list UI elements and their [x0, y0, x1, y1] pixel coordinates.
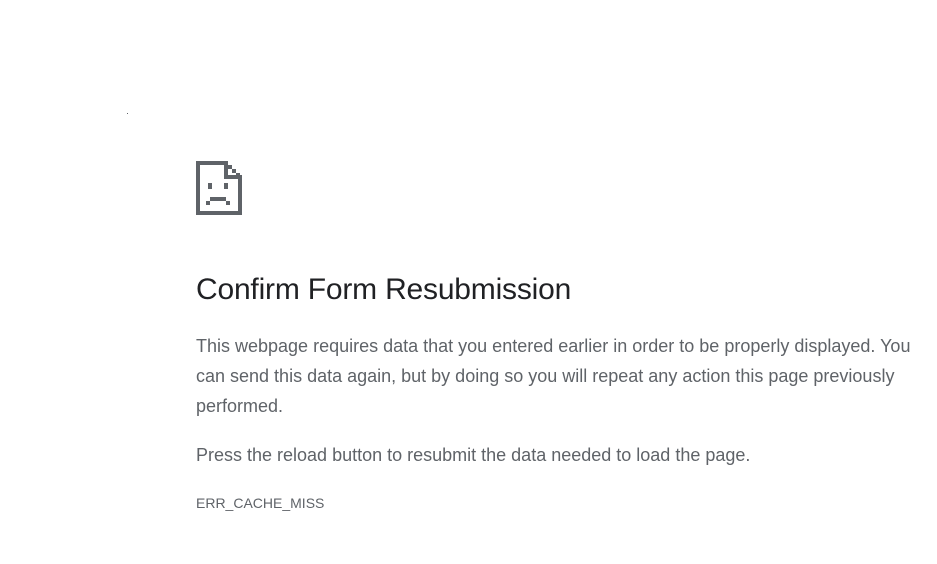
sad-page-icon	[196, 161, 242, 215]
page-title: Confirm Form Resubmission	[196, 273, 572, 306]
error-description: This webpage requires data that you ente…	[196, 336, 911, 416]
error-hint: Press the reload button to resubmit the …	[196, 445, 751, 465]
stray-dot	[127, 113, 128, 114]
error-code: ERR_CACHE_MISS	[196, 495, 325, 511]
